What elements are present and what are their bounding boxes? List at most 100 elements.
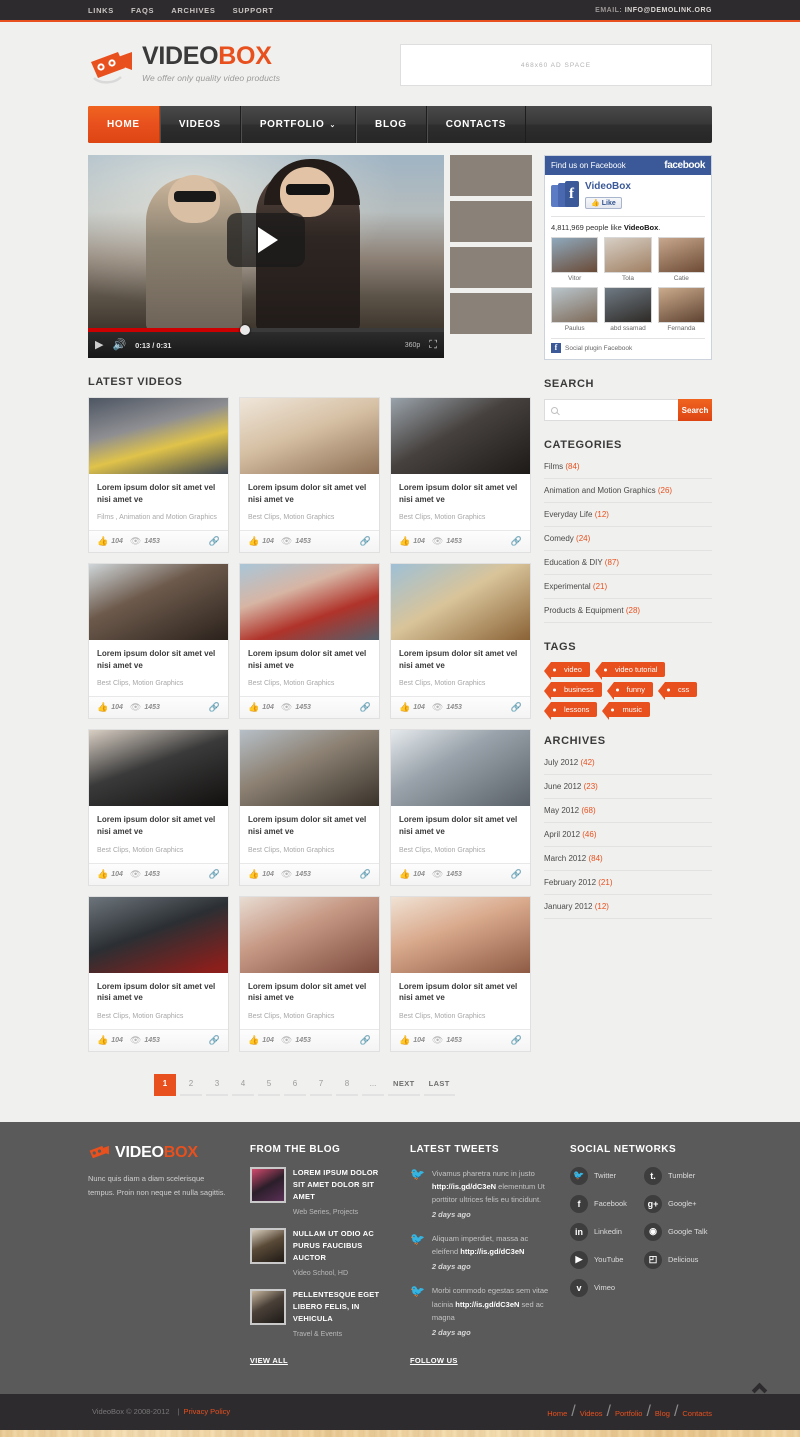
blog-view-all-link[interactable]: VIEW ALL [250, 1356, 288, 1365]
video-card-thumbnail[interactable] [240, 896, 379, 973]
social-link[interactable]: ◰ Delicious [644, 1250, 712, 1269]
video-card[interactable]: Lorem ipsum dolor sit amet vel nisi amet… [88, 895, 229, 1052]
play-button[interactable] [227, 212, 305, 267]
tag-item[interactable]: video [544, 662, 590, 680]
quality-label[interactable]: 360p [405, 342, 421, 349]
video-card-title[interactable]: Lorem ipsum dolor sit amet vel nisi amet… [97, 648, 220, 671]
footer-nav-videos[interactable]: Videos [580, 1409, 603, 1418]
social-link[interactable]: v Vimeo [569, 1278, 638, 1297]
tag-item[interactable]: lessons [543, 702, 598, 720]
link-icon[interactable]: 🔗 [209, 702, 220, 713]
video-card-thumbnail[interactable] [240, 730, 379, 807]
archive-item[interactable]: June 2012 (23) [544, 775, 712, 799]
facebook-friend[interactable]: Paulus [551, 287, 599, 332]
video-card-thumbnail[interactable] [89, 398, 228, 474]
video-card[interactable]: Lorem ipsum dolor sit amet vel nisi amet… [88, 729, 229, 886]
pagination-item-6[interactable]: 6 [284, 1074, 306, 1096]
top-link-support[interactable]: SUPPORT [233, 6, 274, 15]
video-card-title[interactable]: Lorem ipsum dolor sit amet vel nisi amet… [399, 482, 522, 505]
tag-item[interactable]: funny [606, 682, 653, 700]
scroll-to-top-button[interactable] [746, 1378, 772, 1399]
video-card-thumbnail[interactable] [391, 730, 530, 807]
video-card[interactable]: Lorem ipsum dolor sit amet vel nisi amet… [88, 397, 229, 554]
pagination-item-last[interactable]: LAST [423, 1074, 455, 1096]
tag-item[interactable]: video tutorial [594, 662, 666, 680]
category-item[interactable]: Experimental (21) [544, 575, 712, 599]
video-card[interactable]: Lorem ipsum dolor sit amet vel nisi amet… [239, 397, 380, 554]
category-item[interactable]: Products & Equipment (28) [544, 599, 712, 623]
link-icon[interactable]: 🔗 [360, 869, 371, 880]
social-link[interactable]: g+ Google+ [644, 1194, 712, 1213]
video-thumb-4[interactable] [450, 293, 532, 334]
video-card-thumbnail[interactable] [391, 398, 530, 474]
facebook-friend[interactable]: Catie [657, 237, 705, 282]
video-stage[interactable] [88, 155, 444, 332]
facebook-like-button[interactable]: 👍 Like [585, 197, 622, 209]
link-icon[interactable]: 🔗 [360, 702, 371, 713]
nav-item-videos[interactable]: VIDEOS [160, 106, 241, 143]
tag-item[interactable]: business [544, 682, 602, 700]
site-logo[interactable]: VIDEOBOX We offer only quality video pro… [88, 44, 280, 86]
social-link[interactable]: 🐦 Twitter [569, 1166, 638, 1185]
nav-item-contacts[interactable]: CONTACTS [427, 106, 527, 143]
social-link[interactable]: ▶ YouTube [569, 1250, 638, 1269]
pagination-item-5[interactable]: 5 [258, 1074, 280, 1096]
video-card-title[interactable]: Lorem ipsum dolor sit amet vel nisi amet… [248, 482, 371, 505]
video-card[interactable]: Lorem ipsum dolor sit amet vel nisi amet… [390, 729, 531, 886]
nav-item-portfolio[interactable]: PORTFOLIO ⌄ [241, 106, 357, 143]
archive-item[interactable]: March 2012 (84) [544, 847, 712, 871]
link-icon[interactable]: 🔗 [511, 869, 522, 880]
blog-post-item[interactable]: NULLAM UT ODIO AC PURUS FAUCIBUS AUCTOR V… [249, 1227, 392, 1277]
footer-nav-home[interactable]: Home [547, 1409, 567, 1418]
video-card-thumbnail[interactable] [240, 398, 379, 474]
link-icon[interactable]: 🔗 [511, 702, 522, 713]
link-icon[interactable]: 🔗 [209, 869, 220, 880]
video-card[interactable]: Lorem ipsum dolor sit amet vel nisi amet… [239, 729, 380, 886]
video-card-title[interactable]: Lorem ipsum dolor sit amet vel nisi amet… [399, 814, 522, 837]
video-card[interactable]: Lorem ipsum dolor sit amet vel nisi amet… [390, 563, 531, 720]
archive-item[interactable]: July 2012 (42) [544, 756, 712, 775]
link-icon[interactable]: 🔗 [511, 536, 522, 547]
video-card-title[interactable]: Lorem ipsum dolor sit amet vel nisi amet… [248, 981, 371, 1004]
facebook-friend[interactable]: Vitor [551, 237, 599, 282]
top-link-faqs[interactable]: FAQS [131, 6, 154, 15]
video-card[interactable]: Lorem ipsum dolor sit amet vel nisi amet… [390, 397, 531, 554]
tag-item[interactable]: music [602, 702, 651, 720]
video-card-thumbnail[interactable] [89, 730, 228, 807]
top-link-links[interactable]: LINKS [88, 6, 114, 15]
seek-handle[interactable] [239, 325, 250, 335]
privacy-policy-link[interactable]: Privacy Policy [183, 1407, 230, 1416]
social-link[interactable]: ◉ Google Talk [644, 1222, 712, 1241]
category-item[interactable]: Everyday Life (12) [544, 503, 712, 527]
search-input[interactable] [562, 405, 672, 415]
footer-nav-portfolio[interactable]: Portfolio [615, 1409, 643, 1418]
video-card[interactable]: Lorem ipsum dolor sit amet vel nisi amet… [239, 895, 380, 1052]
play-icon-small[interactable]: ▶ [95, 339, 103, 351]
category-item[interactable]: Films (84) [544, 460, 712, 479]
pagination-item-7[interactable]: 7 [310, 1074, 332, 1096]
blog-post-item[interactable]: LOREM IPSUM DOLOR SIT AMET DOLOR SIT AME… [249, 1166, 392, 1216]
search-button[interactable]: Search [678, 399, 712, 421]
category-item[interactable]: Animation and Motion Graphics (26) [544, 479, 712, 503]
link-icon[interactable]: 🔗 [360, 1035, 371, 1046]
footer-logo[interactable]: VIDEOBOX [88, 1144, 232, 1162]
category-item[interactable]: Education & DIY (87) [544, 551, 712, 575]
video-card-title[interactable]: Lorem ipsum dolor sit amet vel nisi amet… [97, 981, 220, 1004]
video-card-title[interactable]: Lorem ipsum dolor sit amet vel nisi amet… [97, 482, 220, 505]
facebook-friend[interactable]: Tola [604, 237, 652, 282]
video-thumb-2[interactable] [450, 201, 532, 242]
facebook-page-name[interactable]: VideoBox [585, 181, 631, 192]
social-link[interactable]: in Linkedin [569, 1222, 638, 1241]
email-address[interactable]: INFO@DEMOLINK.ORG [625, 7, 712, 14]
link-icon[interactable]: 🔗 [209, 1035, 220, 1046]
ad-space[interactable]: 468x60 AD SPACE [400, 44, 712, 86]
archive-item[interactable]: February 2012 (21) [544, 871, 712, 895]
video-card-thumbnail[interactable] [89, 564, 228, 641]
pagination-item-1[interactable]: 1 [154, 1073, 176, 1096]
video-card-title[interactable]: Lorem ipsum dolor sit amet vel nisi amet… [248, 648, 371, 671]
top-link-archives[interactable]: ARCHIVES [171, 6, 215, 15]
pagination-item-4[interactable]: 4 [232, 1074, 254, 1096]
link-icon[interactable]: 🔗 [360, 536, 371, 547]
footer-nav-blog[interactable]: Blog [655, 1409, 670, 1418]
social-link[interactable]: f Facebook [569, 1194, 638, 1213]
